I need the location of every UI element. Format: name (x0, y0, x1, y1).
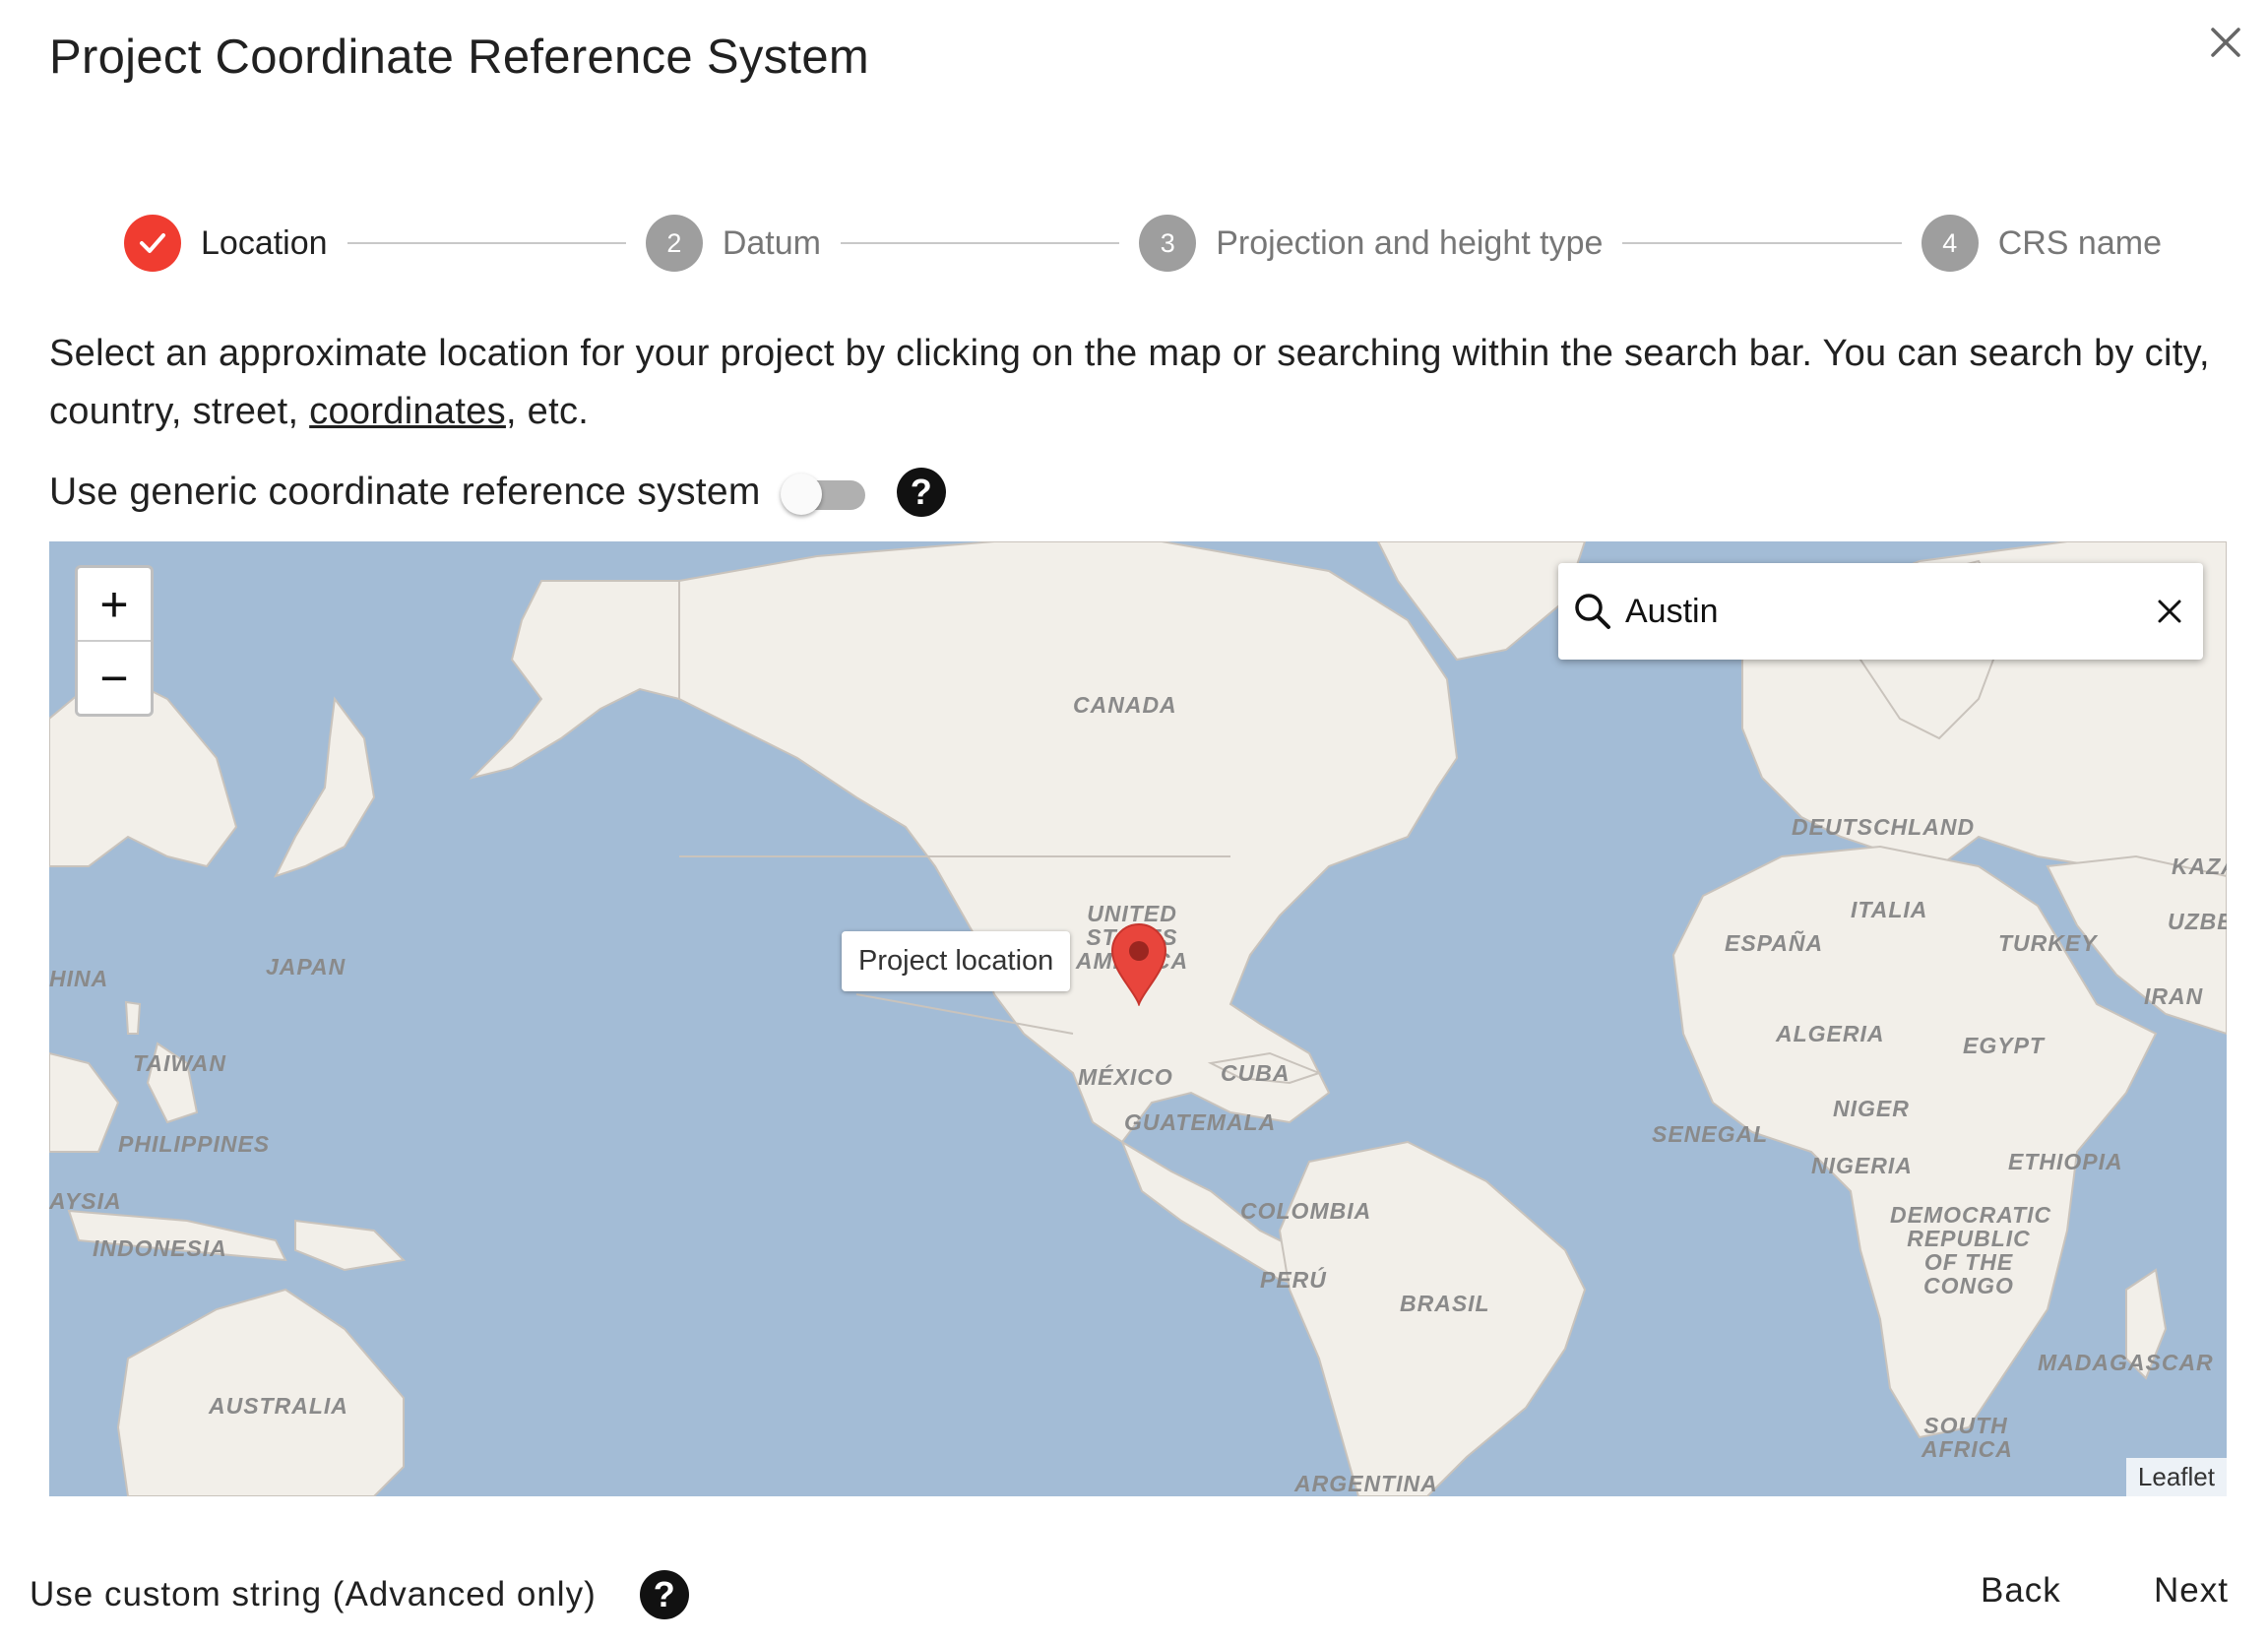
custom-string-row: Use custom string (Advanced only) ? (30, 1565, 689, 1624)
map-label-argentina: ARGENTINA (1294, 1471, 1438, 1496)
map-label-taiwan: TAIWAN (133, 1050, 227, 1076)
zoom-out-button[interactable]: − (78, 640, 151, 714)
map-label-malaysia: AYSIA (49, 1188, 122, 1214)
step-number: 2 (645, 215, 703, 272)
search-icon (1575, 594, 1610, 629)
map-label-ethiopia: ETHIOPIA (2008, 1149, 2123, 1174)
step-connector (346, 242, 626, 244)
zoom-control: + − (75, 565, 154, 717)
map-label-colombia: COLOMBIA (1240, 1198, 1372, 1224)
map-label-peru: PERÚ (1260, 1267, 1327, 1293)
map-label-south-africa: SOUTH AFRICA (1922, 1413, 2013, 1462)
map-label-cuba: CUBA (1221, 1060, 1291, 1086)
map-label-senegal: SENEGAL (1652, 1121, 1769, 1147)
next-button[interactable]: Next (2154, 1571, 2229, 1611)
step-location[interactable]: Location (124, 215, 328, 272)
map-label-japan: JAPAN (266, 954, 346, 980)
step-connector (840, 242, 1120, 244)
map-land (49, 541, 2227, 1496)
step-number: 3 (1139, 215, 1197, 272)
project-location-tooltip: Project location (842, 931, 1071, 991)
map-label-brasil: BRASIL (1400, 1291, 1490, 1316)
step-projection[interactable]: 3 Projection and height type (1139, 215, 1603, 272)
toggle-thumb (780, 474, 822, 515)
map-view[interactable]: CANADA UNITED STATES AMERICA MÉXICO CUBA… (49, 541, 2227, 1496)
map-label-philippines: PHILIPPINES (118, 1131, 271, 1157)
map-label-italia: ITALIA (1851, 897, 1928, 922)
map-label-algeria: ALGERIA (1776, 1021, 1885, 1046)
instructions-text: Select an approximate location for your … (49, 325, 2235, 441)
instructions-text-after: , etc. (505, 391, 590, 432)
close-icon[interactable] (2201, 18, 2250, 67)
map-search-box (1558, 563, 2203, 660)
step-number: 4 (1921, 215, 1979, 272)
dialog-title: Project Coordinate Reference System (49, 31, 869, 84)
map-label-deutschland: DEUTSCHLAND (1792, 814, 1976, 840)
map-label-nigeria: NIGERIA (1811, 1153, 1913, 1178)
stepper: Location 2 Datum 3 Projection and height… (124, 212, 2162, 275)
map-label-kaza: KAZA (2172, 854, 2227, 879)
map-label-australia: AUSTRALIA (209, 1393, 348, 1419)
step-label: Projection and height type (1216, 223, 1604, 262)
map-pin-icon[interactable] (1108, 921, 1169, 1006)
map-label-mexico: MÉXICO (1078, 1064, 1173, 1090)
map-search-input[interactable] (1623, 591, 2100, 632)
generic-crs-row: Use generic coordinate reference system … (49, 463, 946, 522)
map-label-china: HINA (49, 966, 109, 991)
step-connector (1622, 242, 1902, 244)
map-attribution[interactable]: Leaflet (2125, 1458, 2227, 1496)
step-label: Datum (722, 223, 821, 262)
map-label-guatemala: GUATEMALA (1124, 1109, 1277, 1135)
custom-string-button[interactable]: Use custom string (Advanced only) (30, 1575, 597, 1614)
question-circle-icon[interactable]: ? (639, 1570, 689, 1619)
step-datum[interactable]: 2 Datum (645, 215, 821, 272)
map-label-espana: ESPAÑA (1725, 930, 1824, 956)
map-label-niger: NIGER (1833, 1096, 1910, 1121)
map-label-indonesia: INDONESIA (93, 1235, 227, 1261)
map-label-madagascar: MADAGASCAR (2038, 1350, 2214, 1375)
coordinates-link[interactable]: coordinates (309, 391, 506, 432)
step-crs-name[interactable]: 4 CRS name (1921, 215, 2162, 272)
generic-crs-toggle[interactable] (780, 468, 871, 517)
generic-crs-label: Use generic coordinate reference system (49, 471, 761, 513)
map-label-iran: IRAN (2144, 983, 2204, 1009)
step-label: Location (201, 223, 328, 262)
map-label-canada: CANADA (1073, 692, 1177, 718)
map-label-egypt: EGYPT (1963, 1033, 2045, 1058)
back-button[interactable]: Back (1981, 1571, 2061, 1611)
map-label-uzbe: UZBE (2168, 909, 2227, 934)
step-label: CRS name (1997, 223, 2162, 262)
zoom-in-button[interactable]: + (78, 568, 151, 640)
question-circle-icon[interactable]: ? (896, 468, 946, 517)
map-label-drc: DEMOCRATIC REPUBLIC OF THE CONGO (1890, 1202, 2052, 1298)
close-icon[interactable] (2150, 592, 2189, 631)
map-label-turkey: TURKEY (1998, 930, 2098, 956)
check-icon (124, 215, 181, 272)
